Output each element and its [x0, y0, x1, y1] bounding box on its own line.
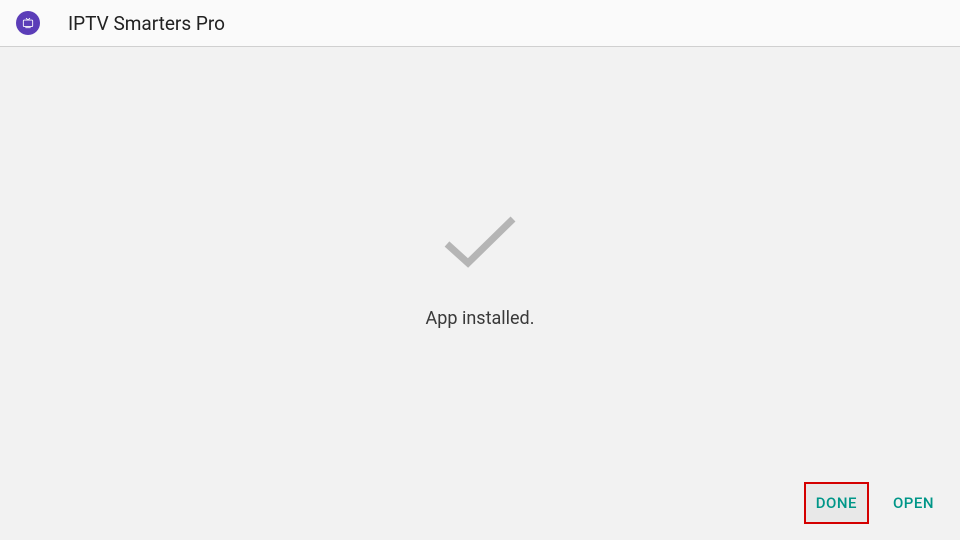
- header-bar: IPTV Smarters Pro: [0, 0, 960, 47]
- status-message: App installed.: [426, 308, 535, 329]
- main-content: App installed.: [0, 47, 960, 540]
- open-button[interactable]: OPEN: [885, 484, 942, 522]
- action-button-bar: DONE OPEN: [806, 484, 942, 522]
- app-icon: [16, 11, 40, 35]
- done-button[interactable]: DONE: [806, 484, 867, 522]
- app-title: IPTV Smarters Pro: [68, 12, 225, 35]
- checkmark-icon: [435, 209, 525, 278]
- tv-icon: [21, 16, 35, 30]
